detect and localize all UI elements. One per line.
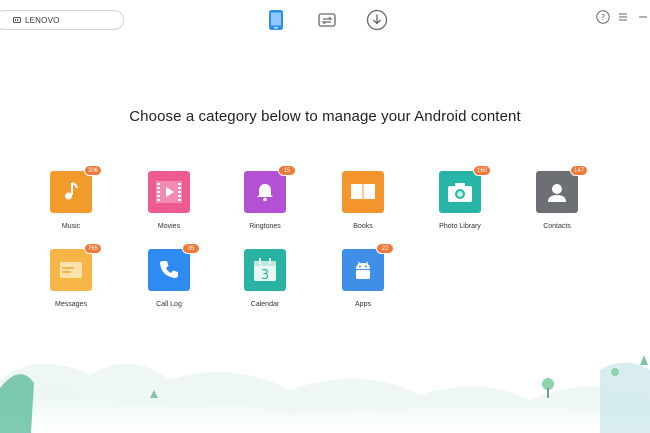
count-badge: 15 bbox=[278, 165, 296, 176]
bell-icon bbox=[257, 184, 273, 202]
message-icon bbox=[60, 262, 82, 278]
count-badge: 35 bbox=[182, 243, 200, 254]
top-nav bbox=[0, 6, 650, 36]
category-label: Call Log bbox=[156, 301, 182, 308]
category-messages[interactable]: 765 Messages bbox=[31, 243, 111, 308]
movie-icon bbox=[156, 181, 182, 203]
books-tile bbox=[342, 171, 384, 213]
landscape-decoration bbox=[0, 355, 650, 433]
category-apps[interactable]: 22 Apps bbox=[323, 243, 403, 308]
download-icon bbox=[366, 9, 388, 31]
book-icon bbox=[351, 184, 375, 201]
help-button[interactable]: ? bbox=[596, 10, 610, 24]
phone-icon bbox=[269, 10, 283, 30]
nav-device-manager[interactable] bbox=[262, 6, 290, 34]
count-badge: 765 bbox=[83, 243, 102, 254]
nav-transfer[interactable] bbox=[313, 6, 341, 34]
ringtones-tile: 15 bbox=[244, 165, 296, 213]
category-photo-library[interactable]: 160 Photo Library bbox=[420, 165, 500, 230]
apps-tile: 22 bbox=[342, 243, 394, 291]
category-label: Calendar bbox=[250, 301, 280, 308]
category-label: Contacts bbox=[543, 223, 571, 230]
category-label: Music bbox=[61, 223, 81, 230]
category-label: Movies bbox=[157, 223, 181, 230]
category-books[interactable]: Books bbox=[323, 171, 403, 230]
count-badge: 147 bbox=[569, 165, 588, 176]
count-badge: 306 bbox=[83, 165, 102, 176]
category-label: Photo Library bbox=[439, 223, 481, 230]
category-label: Ringtones bbox=[249, 223, 281, 230]
menu-button[interactable] bbox=[616, 10, 630, 24]
category-ringtones[interactable]: 15 Ringtones bbox=[225, 165, 305, 230]
contacts-tile: 147 bbox=[536, 165, 588, 213]
camera-icon bbox=[448, 183, 472, 202]
music-tile: 306 bbox=[50, 165, 102, 213]
category-label: Books bbox=[353, 223, 373, 230]
photo-library-tile: 160 bbox=[439, 165, 491, 213]
svg-text:?: ? bbox=[601, 13, 605, 22]
category-movies[interactable]: Movies bbox=[129, 171, 209, 230]
nav-download[interactable] bbox=[363, 6, 391, 34]
android-icon bbox=[356, 261, 370, 279]
category-label: Messages bbox=[55, 301, 87, 308]
category-label: Apps bbox=[355, 301, 371, 308]
page-heading: Choose a category below to manage your A… bbox=[129, 108, 521, 125]
movies-tile bbox=[148, 171, 190, 213]
category-call-log[interactable]: 35 Call Log bbox=[129, 243, 209, 308]
category-contacts[interactable]: 147 Contacts bbox=[517, 165, 597, 230]
contact-icon bbox=[548, 184, 566, 202]
calendar-icon: 3 bbox=[254, 258, 276, 283]
category-music[interactable]: 306 Music bbox=[31, 165, 111, 230]
music-icon bbox=[65, 182, 78, 200]
minimize-button[interactable] bbox=[636, 10, 650, 24]
count-badge: 22 bbox=[376, 243, 394, 254]
category-calendar[interactable]: 3 Calendar bbox=[225, 249, 305, 308]
phone-call-icon bbox=[160, 261, 178, 278]
transfer-icon bbox=[318, 13, 336, 27]
calendar-tile: 3 bbox=[244, 249, 286, 291]
help-icon: ? bbox=[596, 10, 610, 24]
minimize-icon bbox=[639, 16, 647, 18]
count-badge: 160 bbox=[472, 165, 491, 176]
calendar-day: 3 bbox=[261, 268, 269, 283]
menu-icon bbox=[619, 13, 627, 21]
window-controls: ? bbox=[596, 10, 650, 24]
call-log-tile: 35 bbox=[148, 243, 200, 291]
messages-tile: 765 bbox=[50, 243, 102, 291]
